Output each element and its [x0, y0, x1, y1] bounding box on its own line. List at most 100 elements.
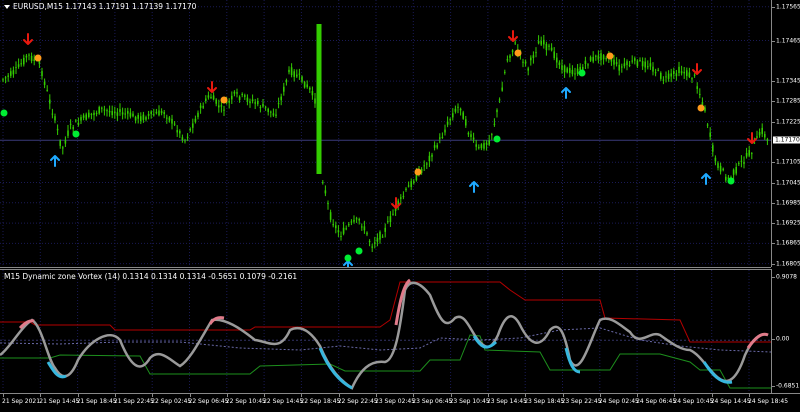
- candle-body: [683, 71, 685, 74]
- candle-body: [111, 111, 113, 116]
- price-tick: [772, 243, 775, 245]
- candle-body: [673, 70, 675, 75]
- candle-body: [46, 89, 48, 91]
- candle-body: [678, 66, 680, 74]
- candle-body: [644, 61, 646, 68]
- candle-body: [436, 145, 438, 148]
- time-tick: [525, 394, 527, 397]
- current-price-label: 1.17170: [773, 136, 800, 144]
- candle-body: [621, 66, 623, 68]
- candle-body: [501, 87, 503, 91]
- candle-body: [722, 168, 724, 171]
- candle-body: [623, 63, 626, 67]
- candle-body: [444, 129, 446, 133]
- signal-dot-orange: [414, 168, 422, 176]
- candle-body: [358, 219, 360, 221]
- candle-body: [340, 235, 342, 237]
- price-tick: [772, 263, 775, 265]
- signal-dot-green: [72, 130, 80, 138]
- candle-body: [439, 137, 441, 139]
- candle-body: [17, 64, 20, 67]
- candle-body: [764, 134, 766, 138]
- candle-body: [272, 113, 275, 116]
- candle-body: [127, 111, 129, 114]
- candle-body: [569, 68, 571, 73]
- candle-body: [686, 70, 688, 77]
- candle-body: [4, 77, 7, 79]
- price-chart[interactable]: [0, 0, 771, 267]
- candle-body: [709, 132, 711, 137]
- candle-body: [309, 87, 311, 90]
- buy-arrow-icon: [50, 155, 60, 167]
- candle-body: [62, 147, 64, 149]
- candle-body: [254, 102, 256, 104]
- candle-body: [56, 128, 59, 131]
- candle-body: [597, 55, 600, 60]
- candle-body: [277, 103, 280, 105]
- time-tick: [749, 394, 750, 397]
- candle-body: [753, 142, 756, 144]
- candle-body: [296, 74, 298, 77]
- candle-body: [566, 68, 568, 73]
- candle-body: [121, 112, 124, 115]
- candle-body: [72, 127, 74, 129]
- price-chart-pane[interactable]: EURUSD,M15 1.17143 1.17191 1.17139 1.171…: [0, 0, 771, 268]
- candle-body: [506, 59, 509, 61]
- price-label: 1.16985: [776, 199, 800, 207]
- candle-body: [584, 60, 587, 64]
- time-tick: [77, 394, 79, 397]
- candle-body: [25, 55, 28, 58]
- price-tick: [772, 121, 775, 123]
- indicator-tick: [772, 386, 775, 388]
- candle-body: [179, 130, 181, 134]
- candle-body: [350, 221, 353, 223]
- time-label: 22 Sep 02:45: [151, 398, 192, 405]
- time-label: 22 Sep 14:45: [263, 398, 304, 405]
- candle-body: [496, 109, 498, 113]
- candle-body: [147, 113, 150, 116]
- candle-body: [587, 64, 589, 66]
- candle-body: [267, 108, 269, 113]
- candle-body: [314, 98, 316, 104]
- time-label: 23 Sep 10:45: [449, 398, 490, 405]
- candles: [2, 24, 769, 253]
- candle-body: [485, 142, 488, 145]
- signal-dot-orange: [220, 96, 228, 104]
- candle-body: [166, 117, 168, 119]
- candle-body: [270, 111, 272, 113]
- candle-body: [530, 57, 532, 61]
- candle-body: [639, 59, 641, 61]
- indicator-chart[interactable]: [0, 270, 771, 394]
- candle-body: [189, 128, 191, 131]
- candle-body: [246, 97, 249, 102]
- time-label: 23 Sep 14:45: [486, 398, 527, 405]
- candle-body: [95, 112, 98, 114]
- candle-body: [233, 91, 236, 94]
- candle-body: [12, 70, 15, 75]
- indicator-pane[interactable]: M15 Dynamic zone Vortex (14) 0.1314 0.13…: [0, 269, 771, 394]
- candle-body: [181, 137, 184, 141]
- candle-body: [210, 96, 212, 98]
- price-tick: [772, 223, 775, 225]
- candle-body: [467, 132, 470, 135]
- price-label: 1.17225: [776, 118, 800, 126]
- candle-body: [634, 58, 636, 61]
- time-label: 23 Sep 22:45: [561, 398, 602, 405]
- price-tick: [772, 202, 775, 204]
- candle-body: [738, 162, 740, 165]
- candle-body: [23, 57, 25, 65]
- candle-body: [595, 55, 597, 57]
- candle-body: [714, 157, 717, 162]
- candle-body: [735, 167, 737, 174]
- candle-body: [680, 71, 683, 74]
- candle-body: [137, 114, 139, 119]
- price-label: 1.17105: [776, 158, 800, 166]
- candle-body: [756, 136, 758, 138]
- time-tick: [376, 394, 377, 397]
- candle-body: [85, 114, 87, 120]
- candle-body: [431, 154, 433, 157]
- price-label: 1.16925: [776, 219, 800, 227]
- candle-body: [725, 176, 727, 181]
- candle-body: [407, 185, 410, 187]
- candle-body: [522, 61, 524, 63]
